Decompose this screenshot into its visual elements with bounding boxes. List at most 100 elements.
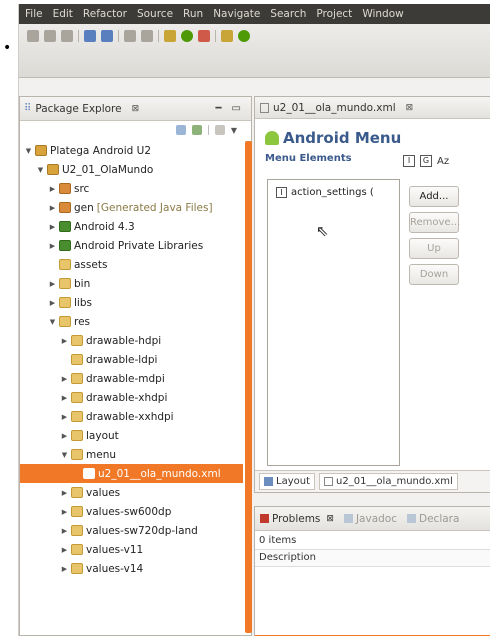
lint-icon[interactable] (141, 30, 153, 42)
print-icon[interactable] (84, 30, 96, 42)
tab-javadoc[interactable]: Javadoc (343, 513, 397, 525)
chevron-down-icon[interactable]: ▼ (48, 318, 57, 326)
vertical-scrollbar[interactable] (245, 141, 252, 633)
section-tools: I G Az (403, 155, 449, 167)
menu-window[interactable]: Window (362, 8, 403, 20)
run-icon[interactable] (181, 30, 193, 42)
tab-package-explorer[interactable]: ⠿ Package Explore ⊠ (24, 103, 139, 115)
minimize-icon[interactable]: ━ (216, 103, 222, 114)
sdk-manager-icon[interactable] (101, 30, 113, 42)
menu-project[interactable]: Project (316, 8, 352, 20)
chevron-down-icon[interactable]: ▼ (24, 147, 33, 155)
chevron-right-icon[interactable]: ▶ (60, 375, 69, 383)
chevron-right-icon[interactable]: ▶ (60, 413, 69, 421)
xml-file-icon (260, 102, 269, 113)
link-with-editor-icon[interactable] (191, 125, 202, 135)
chevron-down-icon[interactable]: ▼ (60, 451, 69, 459)
tree-node[interactable]: ▶ Android 4.3 (20, 217, 243, 236)
tree-node[interactable]: ▼ U2_01_OlaMundo (20, 160, 243, 179)
tab-declaration[interactable]: Declara (407, 513, 459, 525)
tree-node-label: drawable-hdpi (86, 334, 162, 347)
chevron-right-icon[interactable]: ▶ (48, 280, 57, 288)
chevron-right-icon[interactable]: ▶ (48, 204, 57, 212)
package-tree: ▼ Platega Android U2 ▼ U2_01_OlaMundo ▶ src ▶ g… (20, 141, 243, 578)
chevron-right-icon[interactable]: ▶ (60, 394, 69, 402)
chevron-right-icon[interactable]: ▶ (60, 432, 69, 440)
down-button[interactable]: Down (409, 264, 459, 285)
tree-node[interactable]: ▶ values (20, 483, 243, 502)
chevron-right-icon[interactable]: ▶ (60, 546, 69, 554)
chevron-right-icon[interactable]: ▶ (48, 223, 57, 231)
menu-elements-tree[interactable]: I action_settings ( ⇖ (267, 179, 400, 466)
tree-node[interactable]: ▶ drawable-xxhdpi (20, 407, 243, 426)
tree-node[interactable]: ▶ drawable-mdpi (20, 369, 243, 388)
sort-icon[interactable]: Az (437, 156, 449, 167)
column-header-description[interactable]: Description (255, 549, 490, 567)
chevron-right-icon[interactable]: ▶ (48, 242, 57, 250)
save-all-icon[interactable] (61, 30, 73, 42)
tree-node[interactable]: ▶ layout (20, 426, 243, 445)
tree-node-label: assets (74, 258, 108, 271)
tree-node[interactable]: u2_01__ola_mundo.xml (20, 464, 243, 483)
folder-icon (71, 335, 83, 346)
filter-icon[interactable] (214, 125, 225, 135)
tree-node[interactable]: ▼ menu (20, 445, 243, 464)
tab-declaration-label: Declara (419, 512, 460, 525)
chevron-down-icon[interactable]: ▼ (36, 166, 45, 174)
tree-node[interactable]: ▶ gen [Generated Java Files] (20, 198, 243, 217)
tree-node[interactable]: ▼ res (20, 312, 243, 331)
close-icon[interactable]: ⊠ (132, 104, 140, 114)
tree-node[interactable]: ▶ values-sw600dp (20, 502, 243, 521)
debug-icon[interactable] (164, 30, 176, 42)
tab-problems[interactable]: Problems ⊠ (260, 513, 334, 525)
chevron-right-icon[interactable]: ▶ (48, 185, 57, 193)
menu-navigate[interactable]: Navigate (213, 8, 260, 20)
menu-search[interactable]: Search (270, 8, 306, 20)
tab-xml-source[interactable]: u2_01__ola_mundo.xml (319, 473, 458, 490)
chevron-right-icon[interactable]: ▶ (60, 337, 69, 345)
save-icon[interactable] (44, 30, 56, 42)
menu-edit[interactable]: Edit (53, 8, 73, 20)
tree-node[interactable]: ▶ drawable-xhdpi (20, 388, 243, 407)
view-menu-icon[interactable]: ▼ (231, 126, 237, 135)
chevron-right-icon[interactable]: ▶ (60, 508, 69, 516)
up-button[interactable]: Up (409, 238, 459, 259)
menu-run[interactable]: Run (183, 8, 203, 20)
tree-node[interactable]: ▶ Android Private Libraries (20, 236, 243, 255)
add-group-icon[interactable]: G (420, 155, 432, 167)
add-button[interactable]: Add... (409, 186, 459, 207)
tab-layout[interactable]: Layout (259, 473, 315, 490)
tree-node[interactable]: ▼ Platega Android U2 (20, 141, 243, 160)
tree-node[interactable]: ▶ src (20, 179, 243, 198)
tree-node[interactable]: ▶ libs (20, 293, 243, 312)
new-java-package-icon[interactable] (221, 30, 233, 42)
chevron-right-icon[interactable]: ▶ (60, 565, 69, 573)
close-icon[interactable]: ⊠ (406, 103, 414, 113)
tree-node[interactable]: ▶ values-v11 (20, 540, 243, 559)
menu-source[interactable]: Source (137, 8, 173, 20)
chevron-right-icon[interactable]: ▶ (60, 527, 69, 535)
tab-layout-label: Layout (276, 476, 310, 487)
chevron-right-icon[interactable]: ▶ (60, 489, 69, 497)
remove-button[interactable]: Remove... (409, 212, 460, 233)
add-item-icon[interactable]: I (403, 155, 415, 167)
tree-node[interactable]: ▶ values-sw720dp-land (20, 521, 243, 540)
tree-node-label: drawable-ldpi (86, 353, 158, 366)
collapse-all-icon[interactable] (175, 125, 186, 135)
tree-node[interactable]: ▶ values-v14 (20, 559, 243, 578)
new-class-icon[interactable] (238, 30, 250, 42)
menu-refactor[interactable]: Refactor (83, 8, 127, 20)
new-icon[interactable] (27, 30, 39, 42)
close-icon[interactable]: ⊠ (326, 514, 334, 524)
menu-file[interactable]: File (25, 8, 43, 20)
maximize-icon[interactable]: ▭ (232, 103, 241, 114)
external-tools-icon[interactable] (198, 30, 210, 42)
tree-node[interactable]: ▶ drawable-hdpi (20, 331, 243, 350)
menu-item-action-settings[interactable]: I action_settings ( (276, 187, 374, 198)
tree-node[interactable]: assets (20, 255, 243, 274)
tree-node[interactable]: drawable-ldpi (20, 350, 243, 369)
chevron-right-icon[interactable]: ▶ (48, 299, 57, 307)
tab-menu-xml[interactable]: u2_01__ola_mundo.xml ⊠ (260, 102, 413, 114)
tree-node[interactable]: ▶ bin (20, 274, 243, 293)
avd-manager-icon[interactable] (124, 30, 136, 42)
